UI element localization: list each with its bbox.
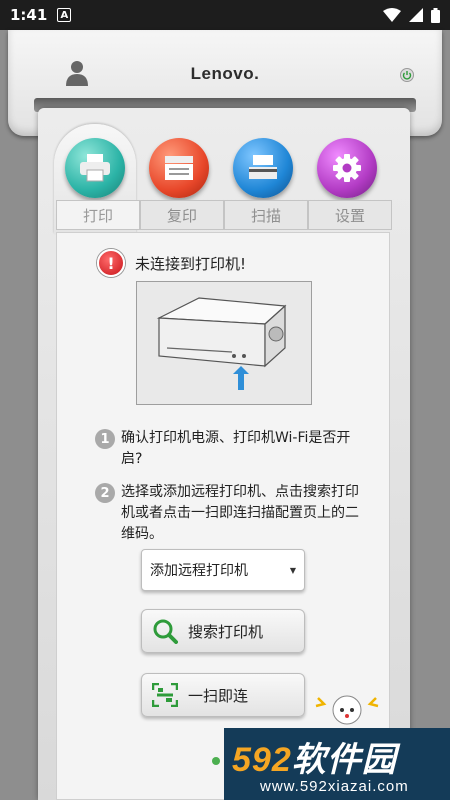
- tab-icons-row: [54, 124, 390, 234]
- instruction-step: 2 选择或添加远程打印机、点击搜索打印机或者点击一扫即连扫描配置页上的二维码。: [95, 482, 365, 545]
- connection-alert: ! 未连接到打印机!: [97, 249, 246, 277]
- printer-icon: [80, 154, 110, 182]
- search-printer-label: 搜索打印机: [188, 622, 264, 641]
- instructions: 1 确认打印机电源、打印机Wi-Fi是否开启? 2 选择或添加远程打印机、点击搜…: [95, 428, 365, 557]
- scan-connect-button[interactable]: 一扫即连: [141, 673, 305, 717]
- power-icon[interactable]: [400, 68, 414, 82]
- tab-label-copy[interactable]: 复印: [140, 200, 224, 230]
- printer-illustration: [136, 281, 312, 405]
- tab-labels-row: 打印 复印 扫描 设置: [56, 200, 392, 232]
- printer-select[interactable]: 添加远程打印机 ▼: [141, 549, 305, 591]
- battery-icon: [431, 7, 440, 23]
- main-panel: 打印 复印 扫描 设置 ! 未连接到打印机! 1 确认打印机电源、打印机Wi-F…: [38, 108, 410, 800]
- tab-scan[interactable]: [233, 138, 293, 198]
- search-printer-button[interactable]: 搜索打印机: [141, 609, 305, 653]
- wifi-icon: [383, 8, 401, 22]
- dropdown-caret-icon: ▼: [289, 565, 296, 575]
- status-bar: 1:41 A: [0, 0, 450, 30]
- step-text: 确认打印机电源、打印机Wi-Fi是否开启?: [121, 430, 351, 467]
- step-number-badge: 1: [95, 429, 115, 449]
- watermark-title: 592软件园: [232, 741, 397, 779]
- tab-copy[interactable]: [149, 138, 209, 198]
- printer-image: [156, 297, 287, 390]
- step-number-badge: 2: [95, 483, 115, 503]
- instruction-step: 1 确认打印机电源、打印机Wi-Fi是否开启?: [95, 428, 365, 470]
- qr-scan-icon: [152, 683, 178, 707]
- status-time: 1:41: [10, 6, 48, 24]
- watermark: 592软件园 www.592xiazai.com: [224, 728, 450, 800]
- page-indicator-dot: [212, 757, 220, 765]
- printer-select-value: 添加远程打印机: [150, 563, 248, 579]
- alert-message: 未连接到打印机!: [135, 254, 247, 273]
- gear-icon: [333, 154, 361, 182]
- copier-icon: [165, 156, 193, 180]
- search-icon: [153, 619, 178, 644]
- watermark-url: www.592xiazai.com: [260, 778, 409, 795]
- notification-a-icon: A: [57, 8, 72, 22]
- tab-label-scan[interactable]: 扫描: [224, 200, 308, 230]
- tab-label-print[interactable]: 打印: [56, 200, 140, 230]
- brand-logo: Lenovo.: [190, 64, 260, 83]
- tab-label-settings[interactable]: 设置: [308, 200, 392, 230]
- mascot-icon: [315, 695, 379, 725]
- scan-connect-label: 一扫即连: [188, 686, 249, 705]
- tab-settings[interactable]: [317, 138, 377, 198]
- tab-print[interactable]: [65, 138, 125, 198]
- scanner-icon: [249, 155, 277, 179]
- step-text: 选择或添加远程打印机、点击搜索打印机或者点击一扫即连扫描配置页上的二维码。: [121, 484, 359, 542]
- signal-icon: [409, 8, 423, 22]
- error-icon: !: [97, 249, 125, 277]
- print-content-area: ! 未连接到打印机! 1 确认打印机电源、打印机Wi-Fi是否开启? 2 选择或…: [56, 232, 390, 800]
